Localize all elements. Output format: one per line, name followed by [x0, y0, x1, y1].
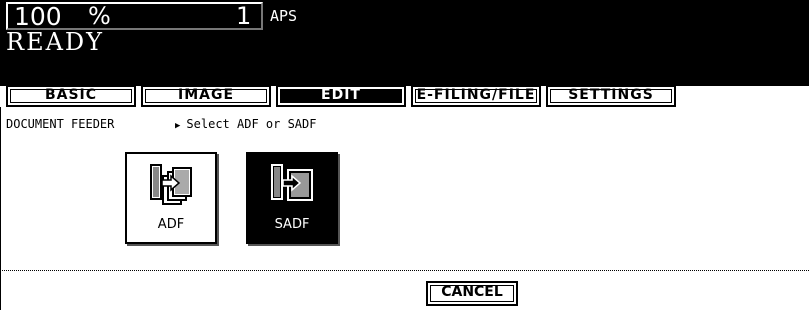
sadf-button[interactable]: SADF [246, 152, 338, 244]
divider [0, 270, 809, 271]
cancel-button[interactable]: CANCEL [426, 281, 518, 306]
copy-count: 1 [236, 2, 252, 30]
adf-feeder-icon [150, 164, 192, 205]
tab-edit[interactable]: EDIT [276, 85, 406, 107]
machine-status: READY [6, 28, 105, 56]
adf-label: ADF [157, 217, 185, 232]
tab-basic[interactable]: BASIC [6, 85, 136, 107]
instruction-text: Select ADF or SADF [175, 117, 316, 131]
sadf-label: SADF [274, 217, 310, 232]
sadf-feeder-icon [271, 164, 313, 201]
tab-settings[interactable]: SETTINGS [546, 85, 676, 107]
zoom-value: 100 [14, 2, 62, 31]
status-header: 100 % 1 APS READY [0, 0, 809, 86]
breadcrumb: DOCUMENT FEEDER [6, 117, 115, 131]
adf-button[interactable]: ADF [125, 152, 217, 244]
tab-e-filing-file[interactable]: E-FILING/FILE [411, 85, 541, 107]
tab-image[interactable]: IMAGE [141, 85, 271, 107]
paper-mode: APS [270, 7, 298, 25]
zoom-copies-display: 100 % 1 [6, 2, 263, 31]
zoom-unit: % [88, 2, 111, 30]
panel-left-border [0, 107, 1, 310]
